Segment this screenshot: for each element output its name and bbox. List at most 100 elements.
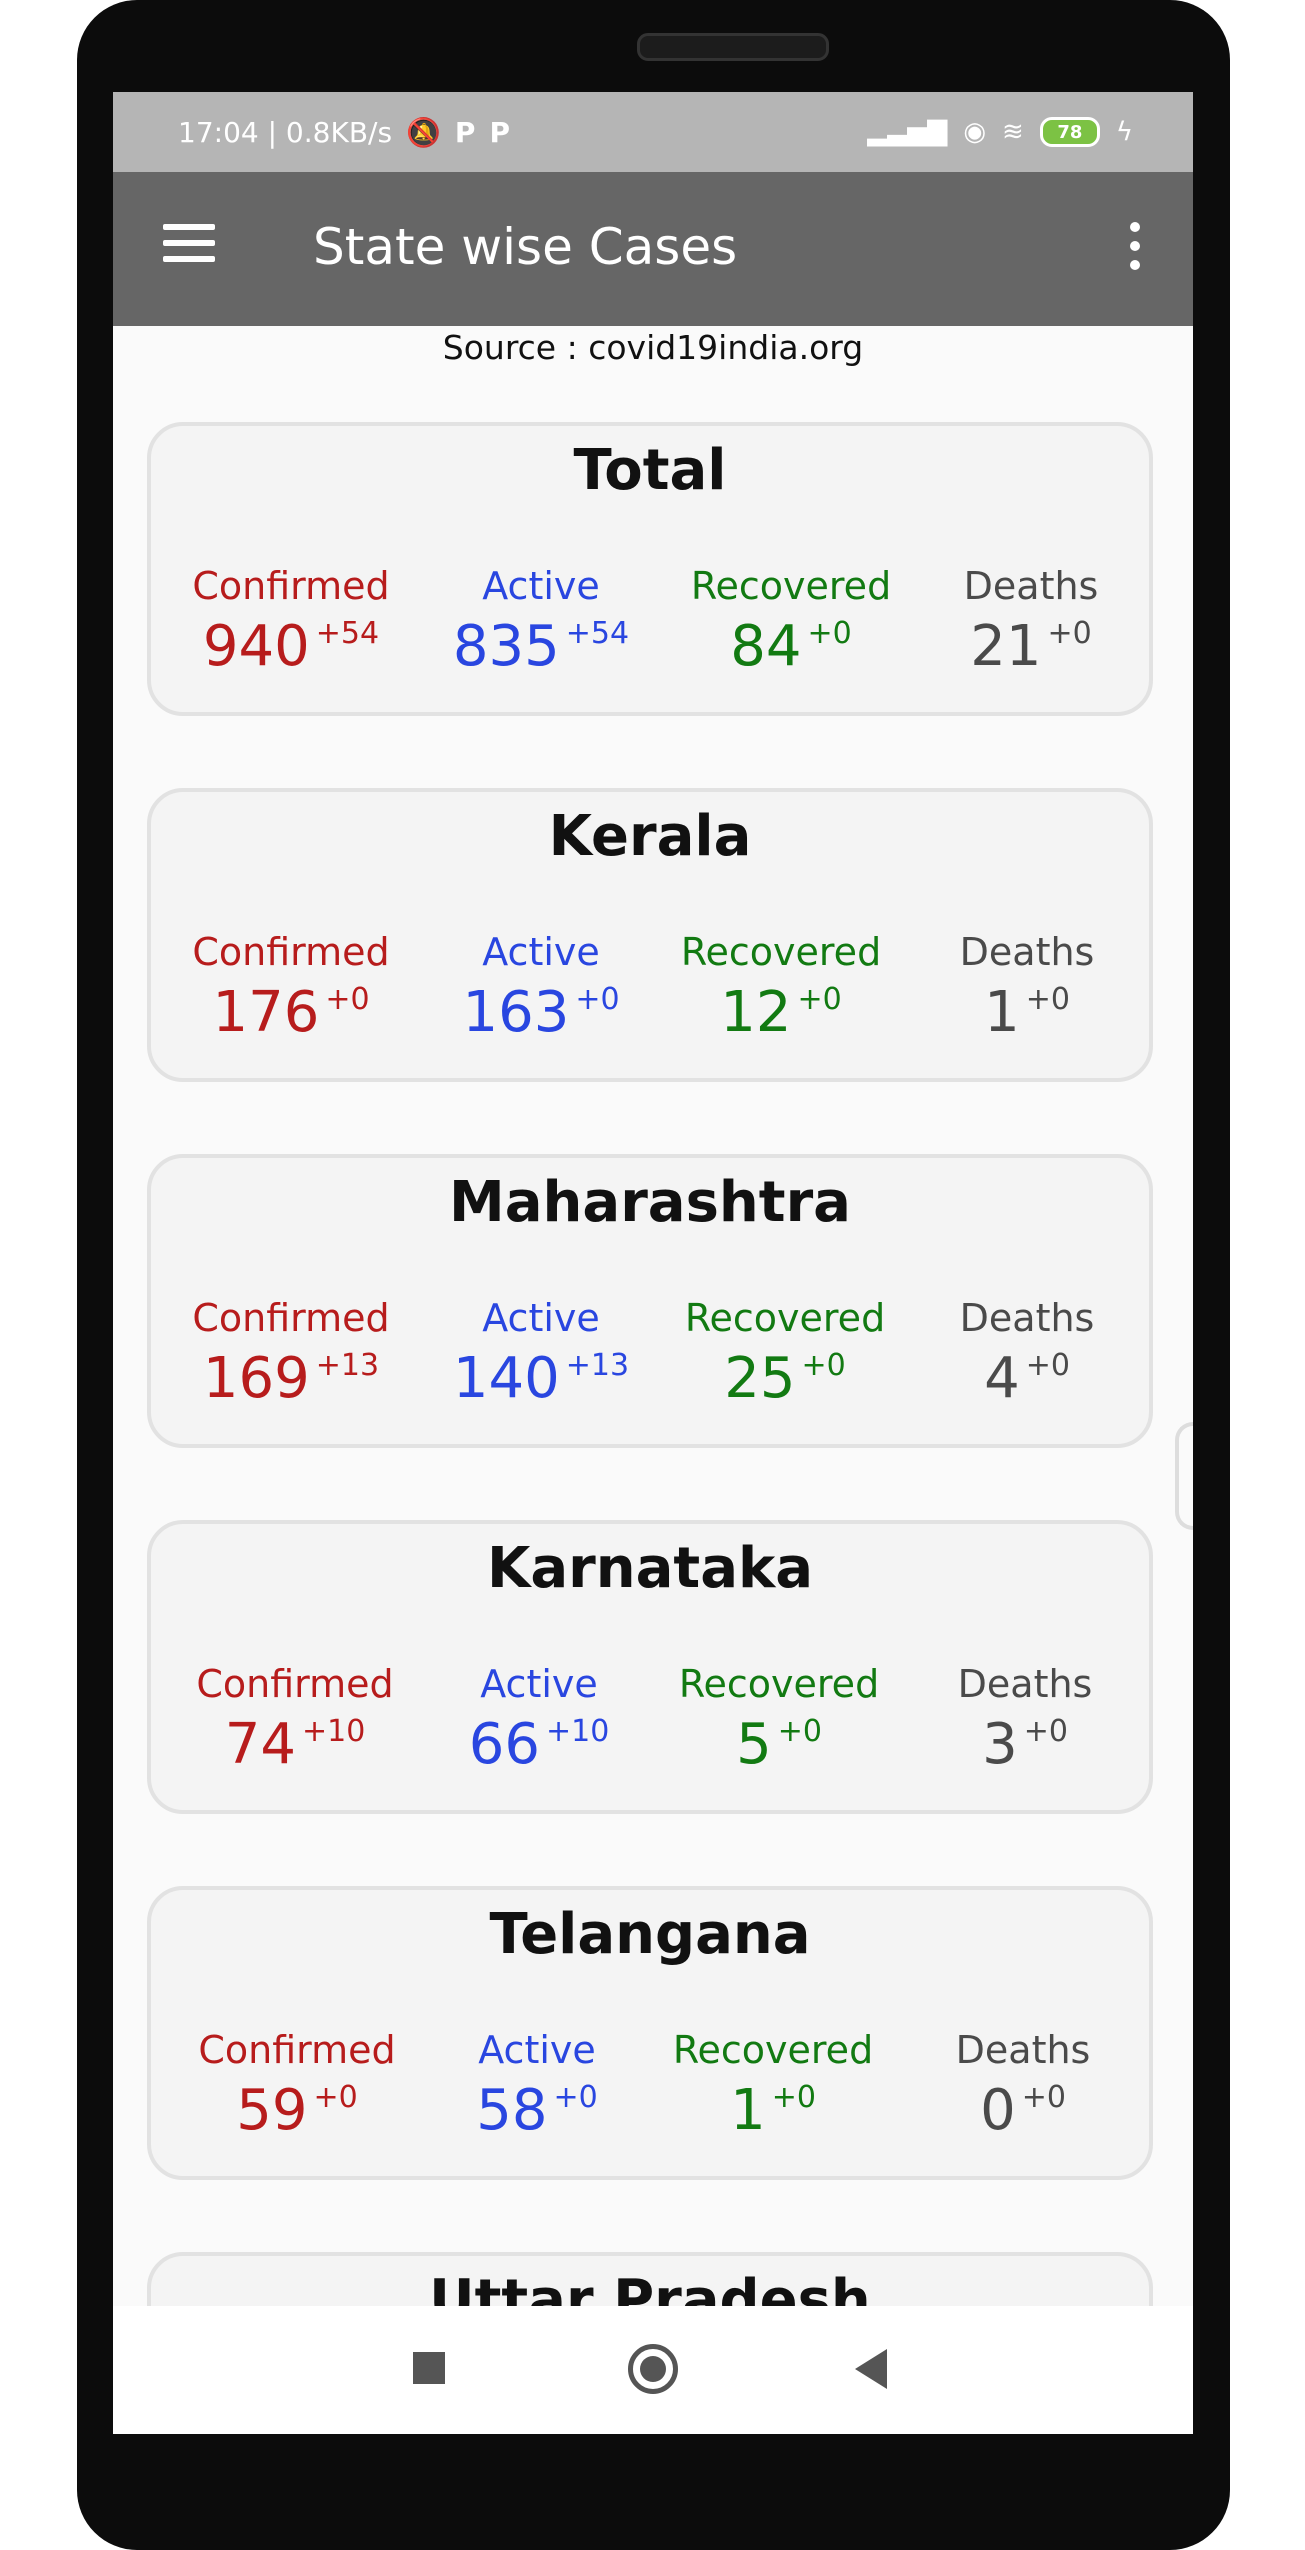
active-value: 140 xyxy=(452,1346,560,1411)
confirmed-delta: +0 xyxy=(313,2080,358,2115)
p-app-icon: P xyxy=(454,115,476,149)
card-title: Telangana xyxy=(489,1902,811,1967)
card-title: Total xyxy=(573,438,727,503)
stat-active: Active 66 +10 xyxy=(429,1662,649,1777)
recovered-delta: +0 xyxy=(771,2080,816,2115)
deaths-value: 21 xyxy=(970,614,1042,679)
stat-deaths: Deaths 1 +0 xyxy=(917,930,1137,1045)
screen: 17:04 | 0.8KB/s 🔕 P P ▂▃▅▇ ◉ ≋ 78 ϟ Stat… xyxy=(113,92,1193,2434)
confirmed-value: 169 xyxy=(202,1346,310,1411)
state-card[interactable]: Total Confirmed 940 +54 Active 835 +54 Rec… xyxy=(147,422,1153,716)
active-label: Active xyxy=(478,2028,596,2072)
state-card[interactable]: Uttar Pradesh xyxy=(147,2252,1153,2312)
recovered-label: Recovered xyxy=(672,2028,874,2072)
more-vert-icon[interactable] xyxy=(1125,222,1145,274)
state-card[interactable]: Maharashtra Confirmed 169 +13 Active 140 +… xyxy=(147,1154,1153,1448)
deaths-value: 0 xyxy=(980,2078,1016,2143)
active-label: Active xyxy=(482,564,600,608)
circle-icon[interactable] xyxy=(628,2344,678,2394)
active-label: Active xyxy=(480,1662,598,1706)
edge-scroll-handle[interactable] xyxy=(1175,1422,1193,1530)
stat-recovered: Recovered 5 +0 xyxy=(669,1662,889,1777)
source-text: Source : covid19india.org xyxy=(442,328,864,367)
active-value: 163 xyxy=(462,980,570,1045)
deaths-label: Deaths xyxy=(955,2028,1091,2072)
stat-deaths: Deaths 0 +0 xyxy=(913,2028,1133,2143)
active-delta: +10 xyxy=(545,1714,610,1749)
status-right: ▂▃▅▇ ◉ ≋ 78 ϟ xyxy=(867,92,1133,172)
battery-icon: 78 xyxy=(1039,117,1100,147)
app-bar: State wise Cases xyxy=(113,172,1193,326)
square-icon[interactable] xyxy=(413,2352,445,2384)
stat-recovered: Recovered 25 +0 xyxy=(675,1296,895,1411)
recovered-delta: +0 xyxy=(801,1348,846,1383)
mute-icon: 🔕 xyxy=(406,115,441,149)
recovered-delta: +0 xyxy=(777,1714,822,1749)
stat-active: Active 835 +54 xyxy=(431,564,651,679)
stat-confirmed: Confirmed 59 +0 xyxy=(187,2028,407,2143)
state-card[interactable]: Karnataka Confirmed 74 +10 Active 66 +10 R… xyxy=(147,1520,1153,1814)
state-card[interactable]: Kerala Confirmed 176 +0 Active 163 +0 Reco… xyxy=(147,788,1153,1082)
deaths-label: Deaths xyxy=(959,930,1095,974)
deaths-value: 3 xyxy=(982,1712,1018,1777)
deaths-delta: +0 xyxy=(1025,982,1070,1017)
deaths-value: 1 xyxy=(984,980,1020,1045)
recovered-value: 84 xyxy=(730,614,802,679)
active-delta: +0 xyxy=(575,982,620,1017)
confirmed-label: Confirmed xyxy=(198,2028,396,2072)
active-value: 66 xyxy=(468,1712,540,1777)
deaths-delta: +0 xyxy=(1023,1714,1068,1749)
wifi-icon: ≋ xyxy=(1002,117,1024,147)
stat-active: Active 140 +13 xyxy=(431,1296,651,1411)
signal-icon: ▂▃▅▇ xyxy=(867,117,948,147)
confirmed-value: 176 xyxy=(212,980,320,1045)
deaths-value: 4 xyxy=(984,1346,1020,1411)
hamburger-menu-icon[interactable] xyxy=(163,224,215,268)
active-delta: +13 xyxy=(565,1348,630,1383)
speaker-grille xyxy=(637,33,829,61)
stat-recovered: Recovered 84 +0 xyxy=(681,564,901,679)
deaths-label: Deaths xyxy=(959,1296,1095,1340)
active-delta: +54 xyxy=(565,616,630,651)
stat-active: Active 163 +0 xyxy=(431,930,651,1045)
recovered-label: Recovered xyxy=(684,1296,886,1340)
confirmed-label: Confirmed xyxy=(196,1662,394,1706)
stat-confirmed: Confirmed 940 +54 xyxy=(181,564,401,679)
p-app-icon-2: P xyxy=(489,115,510,149)
system-nav-bar xyxy=(113,2306,1193,2434)
recovered-label: Recovered xyxy=(678,1662,880,1706)
recovered-label: Recovered xyxy=(680,930,882,974)
state-card[interactable]: Telangana Confirmed 59 +0 Active 58 +0 Rec… xyxy=(147,1886,1153,2180)
charging-icon: ϟ xyxy=(1115,117,1133,147)
recovered-label: Recovered xyxy=(690,564,892,608)
confirmed-delta: +10 xyxy=(301,1714,366,1749)
card-title: Maharashtra xyxy=(449,1170,851,1235)
recovered-value: 25 xyxy=(724,1346,796,1411)
confirmed-value: 59 xyxy=(236,2078,308,2143)
active-label: Active xyxy=(482,930,600,974)
confirmed-label: Confirmed xyxy=(192,564,390,608)
deaths-delta: +0 xyxy=(1047,616,1092,651)
stat-deaths: Deaths 21 +0 xyxy=(921,564,1141,679)
recovered-delta: +0 xyxy=(807,616,852,651)
confirmed-label: Confirmed xyxy=(192,930,390,974)
confirmed-value: 940 xyxy=(202,614,310,679)
deaths-label: Deaths xyxy=(957,1662,1093,1706)
active-value: 58 xyxy=(476,2078,548,2143)
recovered-value: 1 xyxy=(730,2078,766,2143)
stat-confirmed: Confirmed 74 +10 xyxy=(185,1662,405,1777)
recovered-value: 5 xyxy=(736,1712,772,1777)
status-bar: 17:04 | 0.8KB/s 🔕 P P ▂▃▅▇ ◉ ≋ 78 ϟ xyxy=(113,92,1193,172)
recovered-value: 12 xyxy=(720,980,792,1045)
state-card-list[interactable]: Total Confirmed 940 +54 Active 835 +54 Rec… xyxy=(147,422,1159,2312)
stat-confirmed: Confirmed 169 +13 xyxy=(181,1296,401,1411)
confirmed-delta: +0 xyxy=(325,982,370,1017)
recovered-delta: +0 xyxy=(797,982,842,1017)
active-label: Active xyxy=(482,1296,600,1340)
triangle-back-icon[interactable] xyxy=(855,2349,887,2389)
confirmed-delta: +54 xyxy=(315,616,380,651)
stat-recovered: Recovered 12 +0 xyxy=(671,930,891,1045)
stat-active: Active 58 +0 xyxy=(427,2028,647,2143)
confirmed-delta: +13 xyxy=(315,1348,380,1383)
stat-confirmed: Confirmed 176 +0 xyxy=(181,930,401,1045)
